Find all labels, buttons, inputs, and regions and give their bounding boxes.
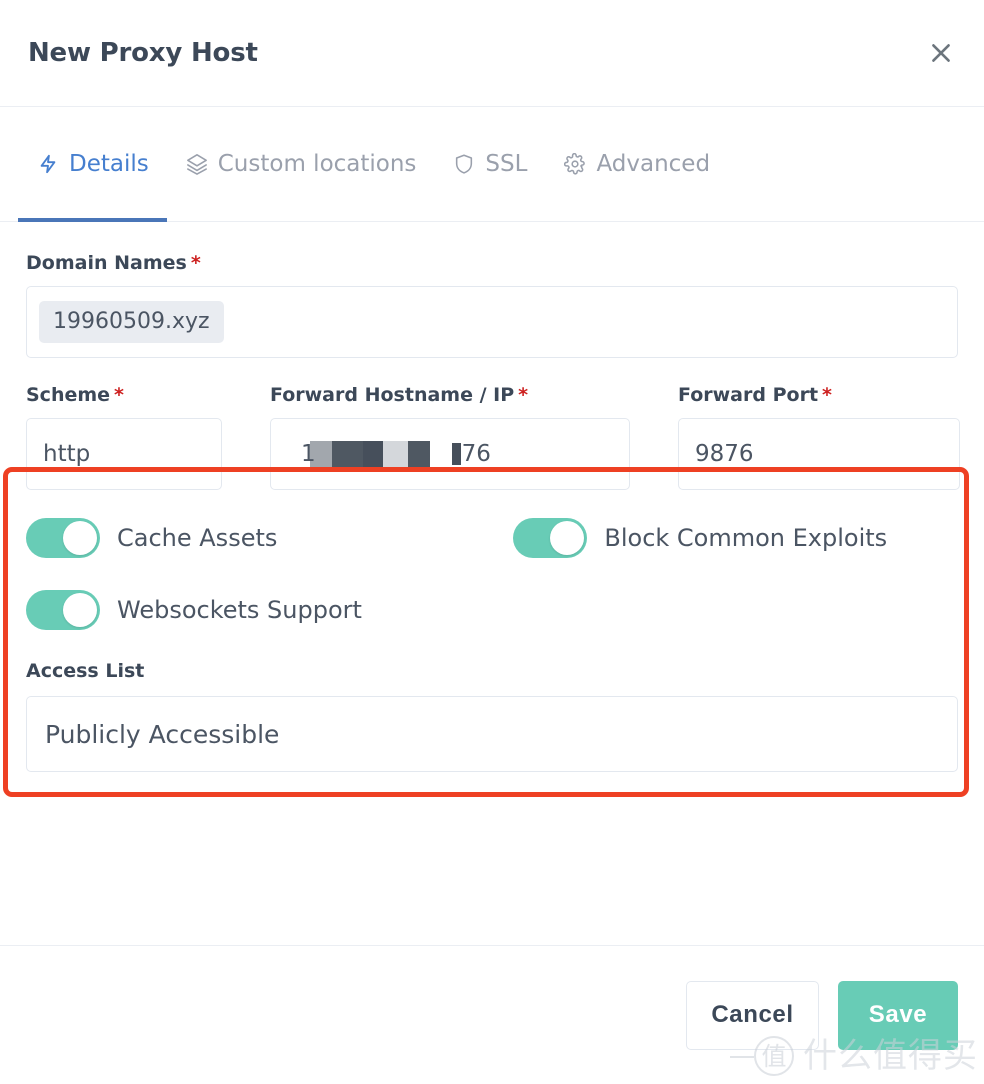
forward-hostname-value-tail: 76 bbox=[461, 440, 491, 467]
scheme-value: http bbox=[43, 441, 91, 467]
forward-port-field: Forward Port * 9876 bbox=[678, 386, 960, 490]
forward-hostname-label-text: Forward Hostname / IP bbox=[270, 384, 515, 406]
tab-details[interactable]: Details bbox=[18, 107, 167, 222]
tab-advanced[interactable]: Advanced bbox=[545, 107, 728, 221]
tab-details-label: Details bbox=[69, 150, 149, 177]
toggle-switch[interactable] bbox=[513, 518, 588, 558]
toggle-knob bbox=[550, 521, 585, 555]
modal-footer: Cancel Save bbox=[0, 945, 984, 1084]
access-list-select[interactable]: Publicly Accessible bbox=[26, 696, 958, 772]
domain-names-label-text: Domain Names bbox=[26, 252, 187, 274]
close-button[interactable] bbox=[920, 32, 962, 74]
save-button[interactable]: Save bbox=[838, 980, 958, 1050]
toggle-row-2: Websockets Support bbox=[26, 590, 958, 630]
tab-advanced-label: Advanced bbox=[596, 150, 711, 177]
modal-body: Domain Names * 19960509.xyz Scheme * http … bbox=[0, 222, 984, 945]
scheme-select[interactable]: http bbox=[26, 418, 222, 490]
forward-port-value: 9876 bbox=[695, 441, 754, 467]
required-marker: * bbox=[114, 384, 124, 406]
forward-hostname-input[interactable]: 1 76 bbox=[270, 418, 630, 490]
scheme-label-text: Scheme bbox=[26, 384, 111, 406]
access-list-value: Publicly Accessible bbox=[45, 719, 280, 749]
access-list-label: Access List bbox=[26, 660, 145, 682]
forwarding-row: Scheme* http Forward Hostname / IP* 1 bbox=[26, 386, 960, 490]
forward-hostname-label: Forward Hostname / IP * bbox=[270, 386, 630, 405]
access-list-field: Access List Publicly Accessible bbox=[26, 662, 958, 772]
domain-names-input[interactable]: 19960509.xyz bbox=[26, 286, 958, 358]
close-icon bbox=[928, 40, 954, 66]
forward-hostname-value-lead: 1 bbox=[301, 440, 316, 467]
toggles-group: Cache Assets Block Common Exploits Webso… bbox=[26, 518, 958, 630]
layers-icon bbox=[185, 152, 209, 176]
redaction-block bbox=[451, 443, 461, 465]
tab-custom-locations-label: Custom locations bbox=[217, 150, 417, 177]
toggle-knob bbox=[63, 521, 97, 555]
domain-tag[interactable]: 19960509.xyz bbox=[39, 301, 224, 343]
tab-custom-locations[interactable]: Custom locations bbox=[167, 107, 435, 221]
required-marker: * bbox=[190, 252, 201, 274]
redaction-mosaic bbox=[309, 441, 430, 467]
forward-port-label-text: Forward Port bbox=[678, 384, 819, 406]
tab-ssl-label: SSL bbox=[485, 150, 528, 177]
required-marker: * bbox=[518, 384, 529, 406]
toggle-cache-assets-label: Cache Assets bbox=[117, 524, 278, 552]
forward-hostname-field: Forward Hostname / IP * 1 76 bbox=[270, 386, 630, 490]
required-marker: * bbox=[822, 384, 832, 406]
cancel-button[interactable]: Cancel bbox=[686, 980, 819, 1050]
toggle-block-common-exploits[interactable]: Block Common Exploits bbox=[513, 518, 887, 558]
toggle-knob bbox=[63, 593, 97, 627]
toggle-websockets-support-label: Websockets Support bbox=[117, 596, 362, 624]
page-title: New Proxy Host bbox=[28, 38, 258, 68]
forward-port-input[interactable]: 9876 bbox=[678, 418, 960, 490]
toggle-block-common-exploits-label: Block Common Exploits bbox=[604, 524, 888, 552]
toggle-websockets-support[interactable]: Websockets Support bbox=[26, 590, 362, 630]
modal-header: New Proxy Host bbox=[0, 0, 984, 107]
toggle-switch[interactable] bbox=[26, 590, 100, 630]
new-proxy-host-modal: New Proxy Host Details Custom locations … bbox=[0, 0, 984, 1084]
scheme-field: Scheme * http bbox=[26, 386, 222, 490]
toggle-cache-assets[interactable]: Cache Assets bbox=[26, 518, 277, 558]
bolt-icon bbox=[36, 152, 60, 176]
toggle-switch[interactable] bbox=[26, 518, 100, 558]
forward-port-label: Forward Port * bbox=[678, 386, 960, 405]
tab-ssl[interactable]: SSL bbox=[434, 107, 545, 221]
gear-icon bbox=[563, 152, 587, 176]
scheme-label: Scheme * bbox=[26, 386, 222, 405]
shield-icon bbox=[452, 152, 476, 176]
forward-hostname-value: 1 76 bbox=[287, 441, 491, 467]
domain-names-label: Domain Names * bbox=[26, 254, 958, 273]
toggle-row-1: Cache Assets Block Common Exploits bbox=[26, 518, 958, 558]
domain-names-field: Domain Names * 19960509.xyz bbox=[26, 254, 958, 358]
tab-bar: Details Custom locations SSL Advanced bbox=[0, 107, 984, 222]
